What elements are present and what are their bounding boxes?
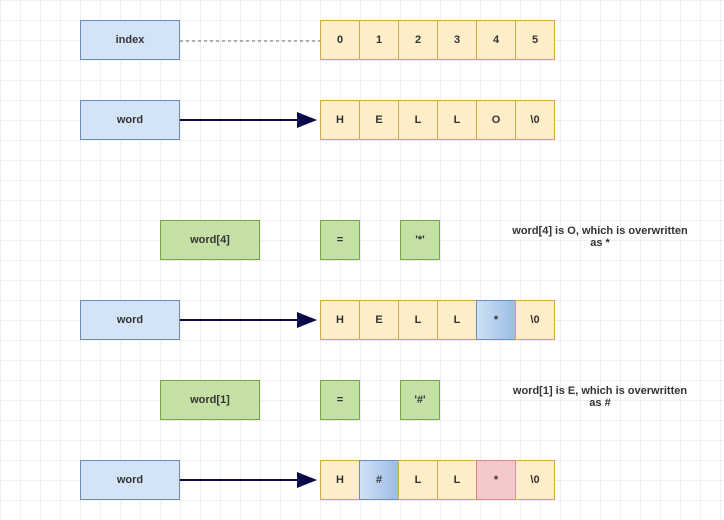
word-cell: \0: [515, 100, 555, 140]
word-cell: L: [437, 100, 477, 140]
annot2-line2: as #: [589, 397, 610, 409]
word-row-3: H # L L * \0: [320, 460, 555, 500]
index-cell: 2: [398, 20, 438, 60]
word-cell: L: [437, 460, 477, 500]
word-cell: \0: [515, 300, 555, 340]
word-label-3: word: [80, 460, 180, 500]
word-cell-highlight-blue: *: [476, 300, 516, 340]
word-cell: \0: [515, 460, 555, 500]
index-cell: 5: [515, 20, 555, 60]
word-cell-highlight-blue: #: [359, 460, 399, 500]
expr1-lhs: word[4]: [160, 220, 260, 260]
index-label: index: [80, 20, 180, 60]
word-cell-highlight-pink: *: [476, 460, 516, 500]
expr2-eq: =: [320, 380, 360, 420]
annot1-line2: as *: [590, 237, 610, 249]
word-row-2: H E L L * \0: [320, 300, 555, 340]
expr1-eq: =: [320, 220, 360, 260]
index-row: 0 1 2 3 4 5: [320, 20, 555, 60]
index-cell: 4: [476, 20, 516, 60]
index-cell: 3: [437, 20, 477, 60]
word-label-1: word: [80, 100, 180, 140]
arrow-2: [180, 310, 320, 330]
word-cell: O: [476, 100, 516, 140]
word-cell: L: [437, 300, 477, 340]
arrow-3: [180, 470, 320, 490]
annot1-line1: word[4] is O, which is overwritten: [512, 225, 687, 237]
index-cell: 1: [359, 20, 399, 60]
annotation-2: word[1] is E, which is overwritten as #: [500, 385, 700, 409]
word-row-1: H E L L O \0: [320, 100, 555, 140]
word-cell: E: [359, 100, 399, 140]
dashed-connector: [180, 40, 320, 42]
annot2-line1: word[1] is E, which is overwritten: [513, 385, 687, 397]
expr2-rhs: '#': [400, 380, 440, 420]
word-cell: H: [320, 100, 360, 140]
word-cell: E: [359, 300, 399, 340]
word-label-2: word: [80, 300, 180, 340]
word-cell: H: [320, 300, 360, 340]
word-cell: L: [398, 100, 438, 140]
word-cell: H: [320, 460, 360, 500]
word-cell: L: [398, 300, 438, 340]
expr1-rhs: '*': [400, 220, 440, 260]
expr2-lhs: word[1]: [160, 380, 260, 420]
arrow-1: [180, 110, 320, 130]
index-cell: 0: [320, 20, 360, 60]
word-cell: L: [398, 460, 438, 500]
annotation-1: word[4] is O, which is overwritten as *: [500, 225, 700, 249]
